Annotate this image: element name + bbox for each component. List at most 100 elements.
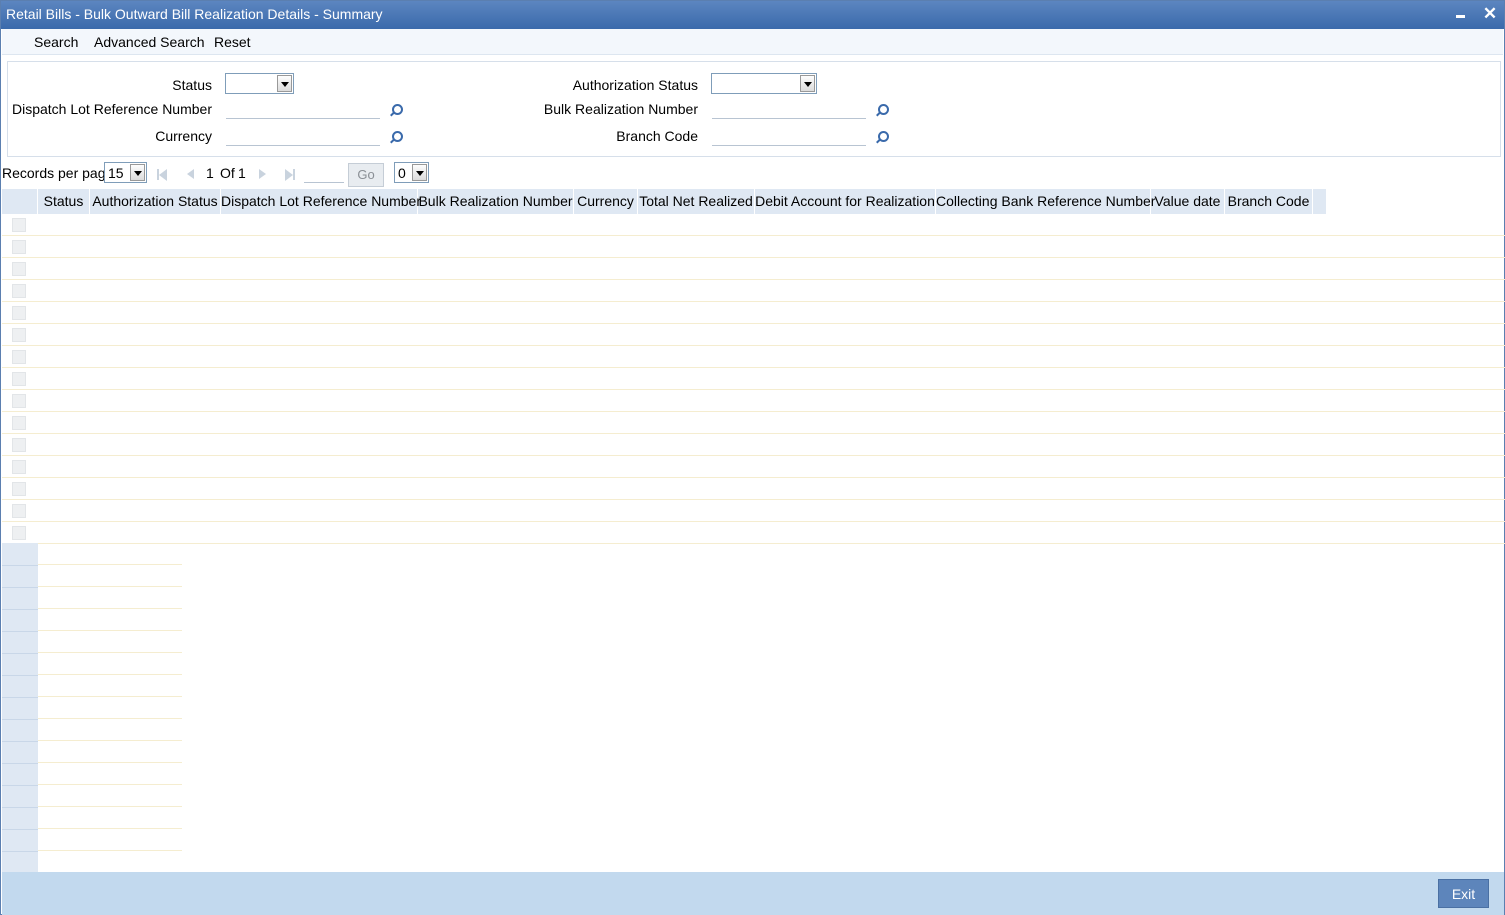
- table-row[interactable]: [2, 434, 1505, 456]
- search-criteria-panel: Status Authorization Status Dispatch Lot…: [7, 61, 1501, 157]
- table-row[interactable]: [2, 522, 1505, 544]
- column-header-bulk-realization-number[interactable]: Bulk Realization Number: [418, 189, 574, 214]
- page-index-select[interactable]: 0: [394, 162, 429, 183]
- list-item: [2, 609, 182, 632]
- row-checkbox[interactable]: [12, 504, 26, 518]
- column-header-total-net-realized[interactable]: Total Net Realized: [638, 189, 755, 214]
- table-row[interactable]: [2, 324, 1505, 346]
- row-checkbox[interactable]: [12, 526, 26, 540]
- column-header-currency[interactable]: Currency: [574, 189, 638, 214]
- row-checkbox[interactable]: [12, 438, 26, 452]
- footer-bar: Exit: [2, 872, 1504, 915]
- row-checkbox[interactable]: [12, 284, 26, 298]
- row-checkbox[interactable]: [12, 306, 26, 320]
- search-icon[interactable]: [875, 130, 889, 144]
- row-checkbox[interactable]: [12, 240, 26, 254]
- list-item: [2, 741, 182, 764]
- search-icon[interactable]: [389, 103, 403, 117]
- list-item: [2, 851, 182, 874]
- column-header-collecting-bank-reference-number[interactable]: Collecting Bank Reference Number: [936, 189, 1155, 214]
- dispatch-lot-label: Dispatch Lot Reference Number: [12, 101, 212, 117]
- current-page: 1: [206, 165, 214, 181]
- previous-page-icon[interactable]: [185, 169, 197, 181]
- row-checkbox[interactable]: [12, 372, 26, 386]
- table-row[interactable]: [2, 280, 1505, 302]
- table-row[interactable]: [2, 390, 1505, 412]
- go-to-page-input[interactable]: [304, 163, 344, 183]
- row-checkbox[interactable]: [12, 416, 26, 430]
- total-pages: 1: [238, 165, 246, 181]
- row-checkbox[interactable]: [12, 460, 26, 474]
- table-row[interactable]: [2, 258, 1505, 280]
- grid-header: Status Authorization Status Dispatch Lot…: [2, 189, 1326, 214]
- toolbar: Search Advanced Search Reset: [2, 29, 1503, 55]
- list-item: [2, 829, 182, 852]
- table-row[interactable]: [2, 478, 1505, 500]
- table-row[interactable]: [2, 500, 1505, 522]
- column-header-dispatch-lot-reference-number[interactable]: Dispatch Lot Reference Number: [221, 189, 421, 214]
- summary-window: Retail Bills - Bulk Outward Bill Realiza…: [0, 0, 1505, 915]
- row-checkbox[interactable]: [12, 218, 26, 232]
- row-checkbox[interactable]: [12, 328, 26, 342]
- list-item: [2, 565, 182, 588]
- table-row[interactable]: [2, 456, 1505, 478]
- pagination-bar: Records per page 15 1 Of 1 Go 0: [1, 159, 1504, 187]
- status-label: Status: [172, 77, 212, 93]
- next-page-icon[interactable]: [257, 169, 269, 181]
- currency-input[interactable]: [226, 126, 380, 146]
- column-header-status[interactable]: Status: [38, 189, 90, 214]
- branch-code-label: Branch Code: [616, 128, 698, 144]
- search-icon[interactable]: [389, 130, 403, 144]
- currency-label: Currency: [155, 128, 212, 144]
- column-header-value-date[interactable]: Value date: [1151, 189, 1225, 214]
- table-row[interactable]: [2, 302, 1505, 324]
- branch-code-input[interactable]: [712, 126, 866, 146]
- title-bar: Retail Bills - Bulk Outward Bill Realiza…: [1, 1, 1504, 29]
- advanced-search-button[interactable]: Advanced Search: [94, 34, 205, 50]
- dispatch-lot-input[interactable]: [226, 99, 380, 119]
- go-button[interactable]: Go: [348, 163, 384, 187]
- status-select[interactable]: [225, 73, 294, 94]
- table-row[interactable]: [2, 346, 1505, 368]
- auth-status-select[interactable]: [711, 73, 817, 94]
- last-page-icon[interactable]: [285, 169, 297, 181]
- chevron-down-icon[interactable]: [800, 75, 815, 92]
- column-header-debit-account-for-realization[interactable]: Debit Account for Realization: [755, 189, 936, 214]
- list-item: [2, 543, 182, 566]
- exit-button[interactable]: Exit: [1438, 879, 1489, 908]
- table-row[interactable]: [2, 368, 1505, 390]
- table-row[interactable]: [2, 412, 1505, 434]
- auth-status-label: Authorization Status: [572, 77, 698, 93]
- select-all-header[interactable]: [2, 189, 38, 214]
- chevron-down-icon[interactable]: [277, 75, 292, 92]
- minimize-icon[interactable]: [1452, 5, 1470, 23]
- list-item: [2, 785, 182, 808]
- window-title: Retail Bills - Bulk Outward Bill Realiza…: [6, 6, 383, 22]
- column-header-branch-code[interactable]: Branch Code: [1225, 189, 1313, 214]
- search-icon[interactable]: [875, 103, 889, 117]
- bulk-realization-label: Bulk Realization Number: [543, 101, 698, 117]
- column-header-authorization-status[interactable]: Authorization Status: [90, 189, 221, 214]
- table-row[interactable]: [2, 236, 1505, 258]
- bulk-realization-input[interactable]: [712, 99, 866, 119]
- chevron-down-icon[interactable]: [412, 164, 427, 181]
- row-checkbox[interactable]: [12, 262, 26, 276]
- row-checkbox[interactable]: [12, 350, 26, 364]
- list-item: [2, 763, 182, 786]
- records-per-page-select[interactable]: 15: [104, 162, 147, 183]
- reset-button[interactable]: Reset: [214, 34, 251, 50]
- list-item: [2, 675, 182, 698]
- of-label: Of: [220, 165, 235, 181]
- list-item: [2, 631, 182, 654]
- first-page-icon[interactable]: [157, 169, 169, 181]
- chevron-down-icon[interactable]: [130, 164, 145, 181]
- list-item: [2, 807, 182, 830]
- row-checkbox[interactable]: [12, 394, 26, 408]
- row-checkbox[interactable]: [12, 482, 26, 496]
- list-item: [2, 653, 182, 676]
- search-button[interactable]: Search: [34, 34, 78, 50]
- page-index-value: 0: [398, 165, 406, 181]
- table-row[interactable]: [2, 214, 1505, 236]
- close-icon[interactable]: ✕: [1481, 5, 1499, 23]
- list-item: [2, 697, 182, 720]
